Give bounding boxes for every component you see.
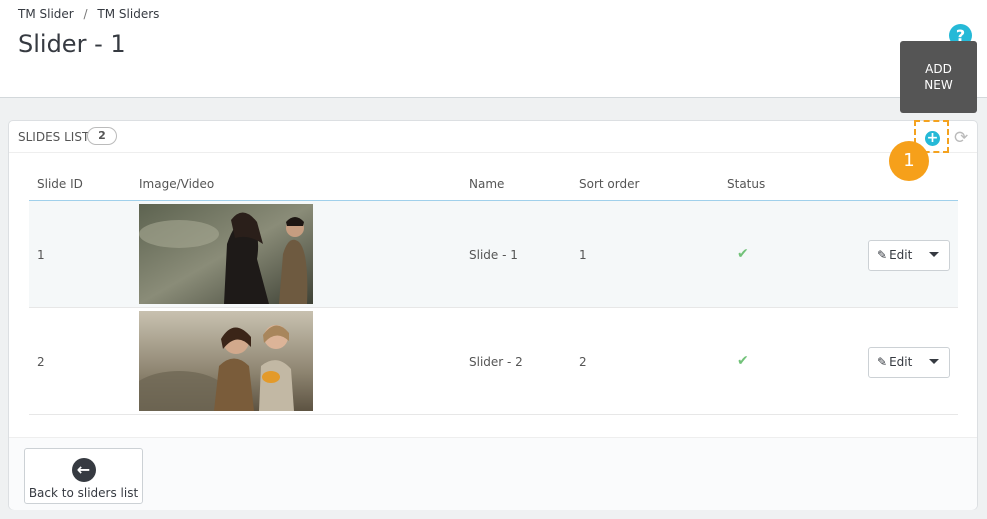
table-header: Slide ID Image/Video Name Sort order Sta… <box>29 168 958 201</box>
header-status: Status <box>727 177 766 191</box>
breadcrumb-item-tm-slider[interactable]: TM Slider <box>18 7 74 21</box>
slide-id: 1 <box>37 248 45 262</box>
add-new-icon[interactable]: + <box>925 131 940 146</box>
tooltip-text: ADD NEW <box>924 62 953 92</box>
breadcrumb-separator: / <box>83 7 88 21</box>
header-image-video: Image/Video <box>139 177 215 191</box>
slide-thumbnail <box>139 204 313 304</box>
panel-footer: ← Back to sliders list <box>9 437 977 510</box>
edit-button[interactable]: ✎ Edit <box>869 348 927 377</box>
breadcrumb: TM Slider / TM Sliders <box>18 7 159 21</box>
status-enabled-icon[interactable]: ✔ <box>737 353 749 369</box>
slide-name: Slider - 2 <box>469 355 523 369</box>
slides-table: Slide ID Image/Video Name Sort order Sta… <box>29 168 958 415</box>
panel-title: Slides list <box>18 130 90 144</box>
slide-sort-order: 1 <box>579 248 587 262</box>
refresh-icon[interactable]: ⟳ <box>954 128 968 148</box>
pencil-icon: ✎ <box>877 355 888 369</box>
page-header: TM Slider / TM Sliders Slider - 1 ? <box>0 0 987 98</box>
header-sort-order: Sort order <box>579 177 640 191</box>
dropdown-caret-icon[interactable] <box>929 359 939 364</box>
edit-label: Edit <box>889 355 913 369</box>
back-to-sliders-button[interactable]: ← Back to sliders list <box>24 448 143 504</box>
dropdown-caret-icon[interactable] <box>929 252 939 257</box>
edit-button-group: ✎ Edit <box>868 347 950 378</box>
add-new-tooltip: ADD NEW <box>900 41 977 113</box>
slides-panel: Slides list 2 + ⟳ 1 Slide ID Image/Video… <box>8 120 978 510</box>
slide-sort-order: 2 <box>579 355 587 369</box>
table-row[interactable]: 1 Slide - 1 1 ✔ ✎ Edit <box>29 201 958 308</box>
slide-id: 2 <box>37 355 45 369</box>
slide-count-badge: 2 <box>87 127 117 145</box>
edit-button-group: ✎ Edit <box>868 240 950 271</box>
table-row[interactable]: 2 Slider - 2 2 ✔ ✎ Edit <box>29 308 958 415</box>
header-slide-id: Slide ID <box>37 177 83 191</box>
breadcrumb-item-tm-sliders[interactable]: TM Sliders <box>97 7 159 21</box>
arrow-left-circle-icon: ← <box>71 458 96 482</box>
edit-label: Edit <box>889 248 913 262</box>
status-enabled-icon[interactable]: ✔ <box>737 246 749 262</box>
page-title: Slider - 1 <box>18 30 126 58</box>
slide-thumbnail <box>139 311 313 411</box>
slide-name: Slide - 1 <box>469 248 518 262</box>
header-name: Name <box>469 177 505 191</box>
edit-button[interactable]: ✎ Edit <box>869 241 927 270</box>
back-button-label: Back to sliders list <box>28 486 139 500</box>
panel-heading: Slides list 2 + ⟳ <box>9 120 977 153</box>
pencil-icon: ✎ <box>877 248 888 262</box>
